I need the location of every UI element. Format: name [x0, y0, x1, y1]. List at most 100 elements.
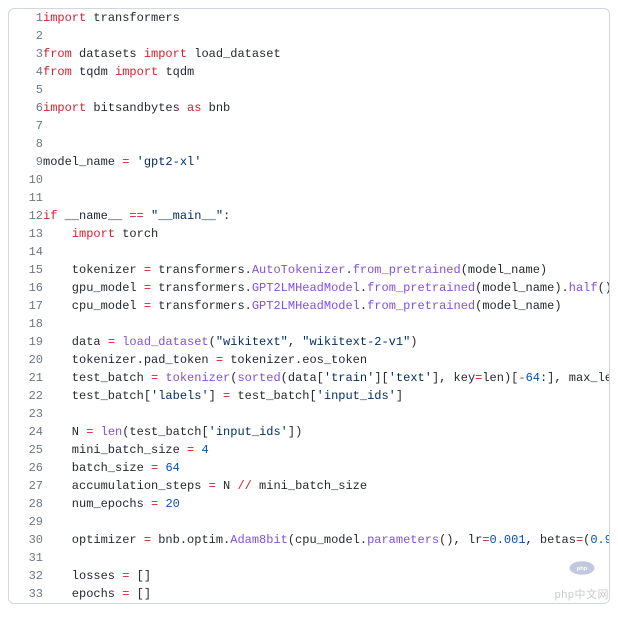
line-content: data = load_dataset("wikitext", "wikitex…: [43, 333, 610, 351]
line-content: [43, 27, 610, 45]
line-number: 27: [9, 477, 43, 495]
code-block: 1import transformers2 3from datasets imp…: [8, 8, 610, 604]
code-line: 8: [9, 135, 610, 153]
line-number: 31: [9, 549, 43, 567]
code-line: 11: [9, 189, 610, 207]
line-content: [43, 171, 610, 189]
line-content: [43, 315, 610, 333]
line-number: 24: [9, 423, 43, 441]
line-number: 33: [9, 585, 43, 603]
line-number: 26: [9, 459, 43, 477]
code-line: 31: [9, 549, 610, 567]
code-line: 32 losses = []: [9, 567, 610, 585]
line-content: from tqdm import tqdm: [43, 63, 610, 81]
code-line: 12if __name__ == "__main__":: [9, 207, 610, 225]
code-line: 23: [9, 405, 610, 423]
code-line: 18: [9, 315, 610, 333]
code-line: 33 epochs = []: [9, 585, 610, 603]
line-content: [43, 81, 610, 99]
line-number: 21: [9, 369, 43, 387]
line-content: tokenizer.pad_token = tokenizer.eos_toke…: [43, 351, 610, 369]
line-content: import torch: [43, 225, 610, 243]
code-line: 14: [9, 243, 610, 261]
line-number: 29: [9, 513, 43, 531]
line-number: 23: [9, 405, 43, 423]
line-content: [43, 405, 610, 423]
line-number: 6: [9, 99, 43, 117]
line-number: 17: [9, 297, 43, 315]
line-content: [43, 243, 610, 261]
line-number: 10: [9, 171, 43, 189]
line-number: 14: [9, 243, 43, 261]
line-number: 8: [9, 135, 43, 153]
line-content: if __name__ == "__main__":: [43, 207, 610, 225]
code-line: 9model_name = 'gpt2-xl': [9, 153, 610, 171]
code-line: 13 import torch: [9, 225, 610, 243]
line-number: 15: [9, 261, 43, 279]
code-line: 26 batch_size = 64: [9, 459, 610, 477]
code-line: 15 tokenizer = transformers.AutoTokenize…: [9, 261, 610, 279]
line-content: gpu_model = transformers.GPT2LMHeadModel…: [43, 279, 610, 297]
code-line: 28 num_epochs = 20: [9, 495, 610, 513]
code-line: 27 accumulation_steps = N // mini_batch_…: [9, 477, 610, 495]
line-number: 12: [9, 207, 43, 225]
code-line: 22 test_batch['labels'] = test_batch['in…: [9, 387, 610, 405]
line-number: 16: [9, 279, 43, 297]
code-line: 21 test_batch = tokenizer(sorted(data['t…: [9, 369, 610, 387]
code-line: 30 optimizer = bnb.optim.Adam8bit(cpu_mo…: [9, 531, 610, 549]
line-content: [43, 117, 610, 135]
line-content: losses = []: [43, 567, 610, 585]
code-line: 29: [9, 513, 610, 531]
line-content: cpu_model = transformers.GPT2LMHeadModel…: [43, 297, 610, 315]
line-number: 28: [9, 495, 43, 513]
line-content: mini_batch_size = 4: [43, 441, 610, 459]
line-number: 3: [9, 45, 43, 63]
code-line: 5: [9, 81, 610, 99]
line-number: 20: [9, 351, 43, 369]
code-line: 7: [9, 117, 610, 135]
line-content: [43, 513, 610, 531]
line-number: 2: [9, 27, 43, 45]
line-content: [43, 549, 610, 567]
line-content: N = len(test_batch['input_ids']): [43, 423, 610, 441]
line-number: 1: [9, 9, 43, 27]
line-number: 19: [9, 333, 43, 351]
line-content: import transformers: [43, 9, 610, 27]
code-line: 2: [9, 27, 610, 45]
line-content: from datasets import load_dataset: [43, 45, 610, 63]
code-table: 1import transformers2 3from datasets imp…: [9, 9, 610, 603]
code-line: 17 cpu_model = transformers.GPT2LMHeadMo…: [9, 297, 610, 315]
line-content: accumulation_steps = N // mini_batch_siz…: [43, 477, 610, 495]
line-number: 7: [9, 117, 43, 135]
line-content: tokenizer = transformers.AutoTokenizer.f…: [43, 261, 610, 279]
line-number: 25: [9, 441, 43, 459]
line-number: 5: [9, 81, 43, 99]
code-line: 1import transformers: [9, 9, 610, 27]
line-content: batch_size = 64: [43, 459, 610, 477]
line-number: 13: [9, 225, 43, 243]
line-number: 22: [9, 387, 43, 405]
code-line: 3from datasets import load_dataset: [9, 45, 610, 63]
line-content: test_batch['labels'] = test_batch['input…: [43, 387, 610, 405]
line-number: 30: [9, 531, 43, 549]
line-number: 18: [9, 315, 43, 333]
line-number: 11: [9, 189, 43, 207]
line-content: model_name = 'gpt2-xl': [43, 153, 610, 171]
code-line: 25 mini_batch_size = 4: [9, 441, 610, 459]
line-content: [43, 189, 610, 207]
code-line: 19 data = load_dataset("wikitext", "wiki…: [9, 333, 610, 351]
code-line: 20 tokenizer.pad_token = tokenizer.eos_t…: [9, 351, 610, 369]
code-line: 4from tqdm import tqdm: [9, 63, 610, 81]
line-content: num_epochs = 20: [43, 495, 610, 513]
line-number: 4: [9, 63, 43, 81]
code-line: 24 N = len(test_batch['input_ids']): [9, 423, 610, 441]
line-content: optimizer = bnb.optim.Adam8bit(cpu_model…: [43, 531, 610, 549]
line-content: test_batch = tokenizer(sorted(data['trai…: [43, 369, 610, 387]
line-number: 32: [9, 567, 43, 585]
code-line: 6import bitsandbytes as bnb: [9, 99, 610, 117]
code-line: 16 gpu_model = transformers.GPT2LMHeadMo…: [9, 279, 610, 297]
line-content: [43, 135, 610, 153]
code-line: 10: [9, 171, 610, 189]
line-content: epochs = []: [43, 585, 610, 603]
line-content: import bitsandbytes as bnb: [43, 99, 610, 117]
